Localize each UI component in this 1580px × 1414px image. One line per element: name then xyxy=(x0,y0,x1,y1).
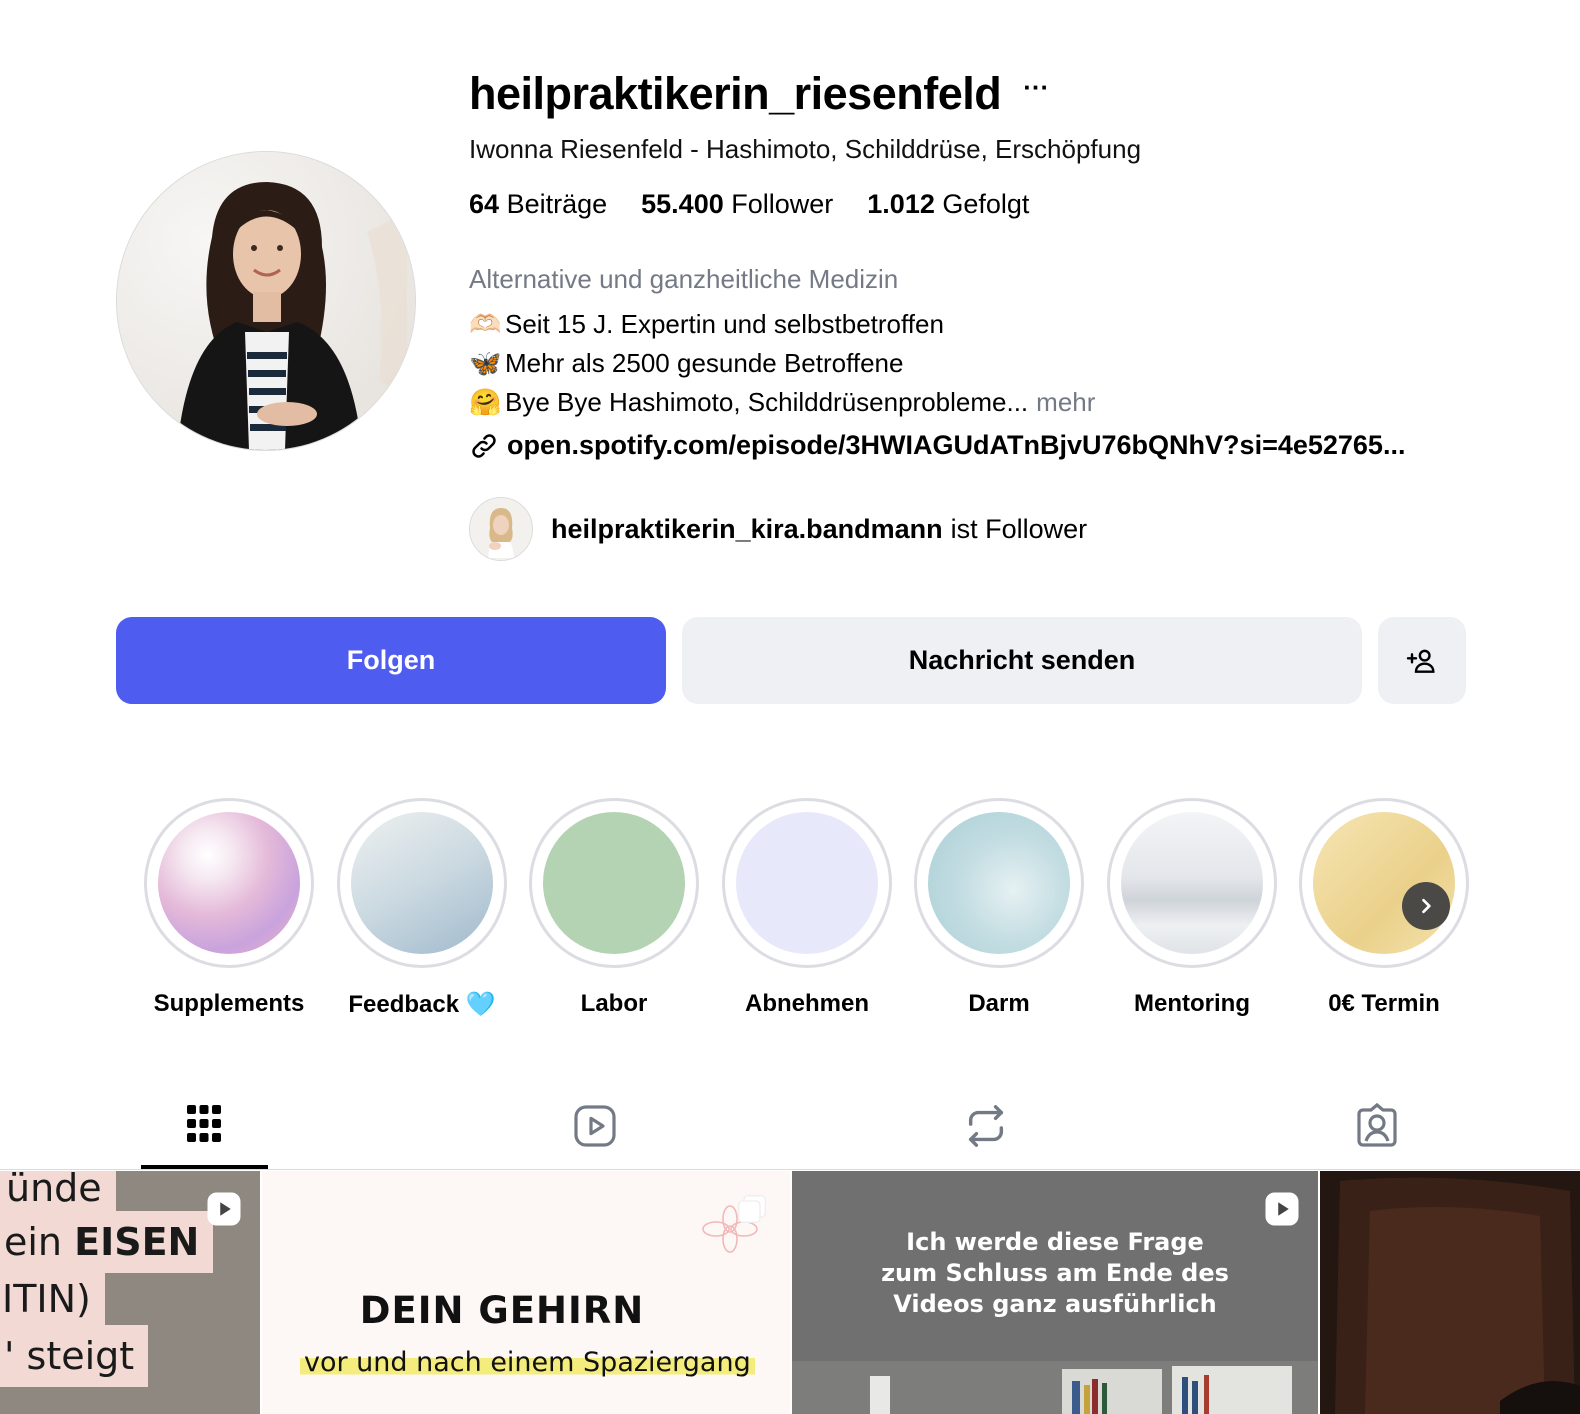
post-text-line: ünde xyxy=(0,1171,116,1213)
bio-text-1: Seit 15 J. Expertin und selbstbetroffen xyxy=(505,309,944,339)
follower-username: heilpraktikerin_kira.bandmann xyxy=(551,513,943,544)
profile-stats: 64 Beiträge 55.400 Follower 1.012 Gefolg… xyxy=(469,189,1519,220)
post-tile[interactable]: ünde ein EISEN ITIN) ' steigt xyxy=(0,1171,260,1414)
post-caption-line: zum Schluss am Ende des xyxy=(881,1259,1229,1287)
link-icon xyxy=(472,433,496,458)
bio-line-2: 🦋 Mehr als 2500 gesunde Betroffene xyxy=(469,348,1519,379)
highlight-ring xyxy=(529,798,699,968)
tab-reels[interactable] xyxy=(532,1090,658,1170)
highlight-abnehmen[interactable]: Abnehmen xyxy=(722,798,892,1018)
followers-stat[interactable]: 55.400 Follower xyxy=(641,189,833,220)
more-options-icon[interactable]: ··· xyxy=(1023,74,1049,111)
posts-count: 64 xyxy=(469,189,500,219)
post-tile[interactable]: DEIN GEHIRN vor und nach einem Spazierga… xyxy=(262,1171,790,1414)
highlight-ring xyxy=(914,798,1084,968)
highlight-cover xyxy=(158,812,300,954)
bio-emoji-heart-hands: 🫶🏻 xyxy=(469,309,502,339)
profile-category: Alternative und ganzheitliche Medizin xyxy=(469,264,899,294)
bio-line-3: 🤗 Bye Bye Hashimoto, Schilddrüsenproblem… xyxy=(469,387,1519,418)
profile-page: heilpraktikerin_riesenfeld ··· Iwonna Ri… xyxy=(0,0,1580,1414)
reel-badge-icon xyxy=(1265,1192,1299,1226)
profile-full-name: Iwonna Riesenfeld - Hashimoto, Schilddrü… xyxy=(469,134,1142,164)
post-title: DEIN GEHIRN xyxy=(359,1289,645,1332)
bio-text-3: Bye Bye Hashimoto, Schilddrüsenprobleme.… xyxy=(505,387,1029,417)
posts-grid-icon xyxy=(187,1105,221,1142)
highlights-next-button[interactable] xyxy=(1402,882,1450,930)
highlight-cover xyxy=(736,812,878,954)
following-stat[interactable]: 1.012 Gefolgt xyxy=(867,189,1029,220)
tabs-divider xyxy=(0,1169,1580,1170)
highlight-label: Darm xyxy=(968,990,1030,1017)
highlight-label: Mentoring xyxy=(1134,990,1250,1017)
username-row: heilpraktikerin_riesenfeld ··· xyxy=(469,62,1519,126)
highlight-cover xyxy=(543,812,685,954)
post-text-line: ' steigt xyxy=(0,1325,149,1387)
bio-text-2: Mehr als 2500 gesunde Betroffene xyxy=(505,348,904,378)
bio-line-1: 🫶🏻 Seit 15 J. Expertin und selbstbetroff… xyxy=(469,309,1519,340)
suggest-accounts-button[interactable] xyxy=(1378,617,1466,704)
post-caption-line: Ich werde diese Frage xyxy=(906,1228,1204,1256)
post-caption-line: Videos ganz ausführlich xyxy=(893,1290,1217,1318)
following-count: 1.012 xyxy=(867,189,935,219)
profile-tabs xyxy=(0,1090,1580,1170)
highlight-mentoring[interactable]: Mentoring xyxy=(1107,798,1277,1018)
highlight-ring xyxy=(1107,798,1277,968)
profile-link-text: open.spotify.com/episode/3HWIAGUdATnBjvU… xyxy=(507,430,1406,460)
post-subtitle: vor und nach einem Spaziergang xyxy=(300,1347,755,1378)
send-message-button[interactable]: Nachricht senden xyxy=(682,617,1362,704)
post-background xyxy=(1320,1171,1580,1414)
person-add-icon xyxy=(1406,649,1435,673)
posts-label: Beiträge xyxy=(506,189,608,219)
post-caption-overlay: Ich werde diese Frage zum Schluss am End… xyxy=(792,1227,1318,1320)
highlight-label: Supplements xyxy=(153,990,305,1017)
highlight-cover xyxy=(351,812,493,954)
highlight-cover xyxy=(928,812,1070,954)
highlight-label: Abnehmen xyxy=(744,990,869,1017)
post-tile[interactable]: Ich werde diese Frage zum Schluss am End… xyxy=(792,1171,1318,1414)
followers-count: 55.400 xyxy=(641,189,724,219)
highlight-ring xyxy=(144,798,314,968)
follow-button[interactable]: Folgen xyxy=(116,617,666,704)
highlight-label: 0€ Termin xyxy=(1328,990,1440,1017)
post-tile[interactable] xyxy=(1320,1171,1580,1414)
follower-suffix: ist Follower xyxy=(950,513,1088,544)
highlight-label: Feedback 🩵 xyxy=(348,991,496,1018)
post-text-prefix: ein xyxy=(4,1220,75,1264)
reel-badge-icon xyxy=(207,1192,241,1226)
highlight-cover xyxy=(1121,812,1263,954)
post-text-bold: EISEN xyxy=(74,1220,200,1264)
chevron-right-icon xyxy=(1422,898,1431,914)
tab-posts[interactable] xyxy=(141,1090,267,1170)
followed-by[interactable]: heilpraktikerin_kira.bandmann ist Follow… xyxy=(469,497,1087,561)
reposts-icon xyxy=(968,1105,1004,1147)
highlight-feedback[interactable]: Feedback 🩵 xyxy=(337,798,507,1019)
post-text-line: ITIN) xyxy=(0,1271,105,1327)
highlight-darm[interactable]: Darm xyxy=(914,798,1084,1018)
post-text-line: ein EISEN xyxy=(0,1211,214,1273)
tagged-icon xyxy=(1357,1102,1397,1147)
followers-label: Follower xyxy=(731,189,834,219)
highlight-ring xyxy=(337,798,507,968)
profile-username: heilpraktikerin_riesenfeld xyxy=(469,68,1002,119)
highlight-ring xyxy=(1299,798,1469,968)
highlight-supplements[interactable]: Supplements xyxy=(144,798,314,1018)
profile-avatar[interactable] xyxy=(116,151,416,451)
bio-more-link[interactable]: mehr xyxy=(1036,387,1095,418)
highlight-ring xyxy=(722,798,892,968)
story-highlights: Supplements Feedback 🩵 Labor Abnehmen Da… xyxy=(0,798,1580,1028)
profile-link[interactable]: open.spotify.com/episode/3HWIAGUdATnBjvU… xyxy=(469,430,1519,461)
highlight-label: Labor xyxy=(580,990,648,1017)
follower-avatar xyxy=(469,497,533,561)
tab-tagged[interactable] xyxy=(1314,1090,1440,1170)
posts-stat: 64 Beiträge xyxy=(469,189,607,220)
tab-reposts[interactable] xyxy=(923,1090,1049,1170)
highlight-labor[interactable]: Labor xyxy=(529,798,699,1018)
post-grid: ünde ein EISEN ITIN) ' steigt DEIN GEHIR… xyxy=(0,1171,1580,1414)
profile-info: heilpraktikerin_riesenfeld ··· Iwonna Ri… xyxy=(469,62,1519,461)
carousel-badge-icon xyxy=(738,1195,766,1223)
reels-icon xyxy=(574,1105,616,1147)
following-label: Gefolgt xyxy=(942,189,1030,219)
bio-emoji-hug: 🤗 xyxy=(469,387,502,417)
bio-emoji-butterfly: 🦋 xyxy=(469,348,502,378)
